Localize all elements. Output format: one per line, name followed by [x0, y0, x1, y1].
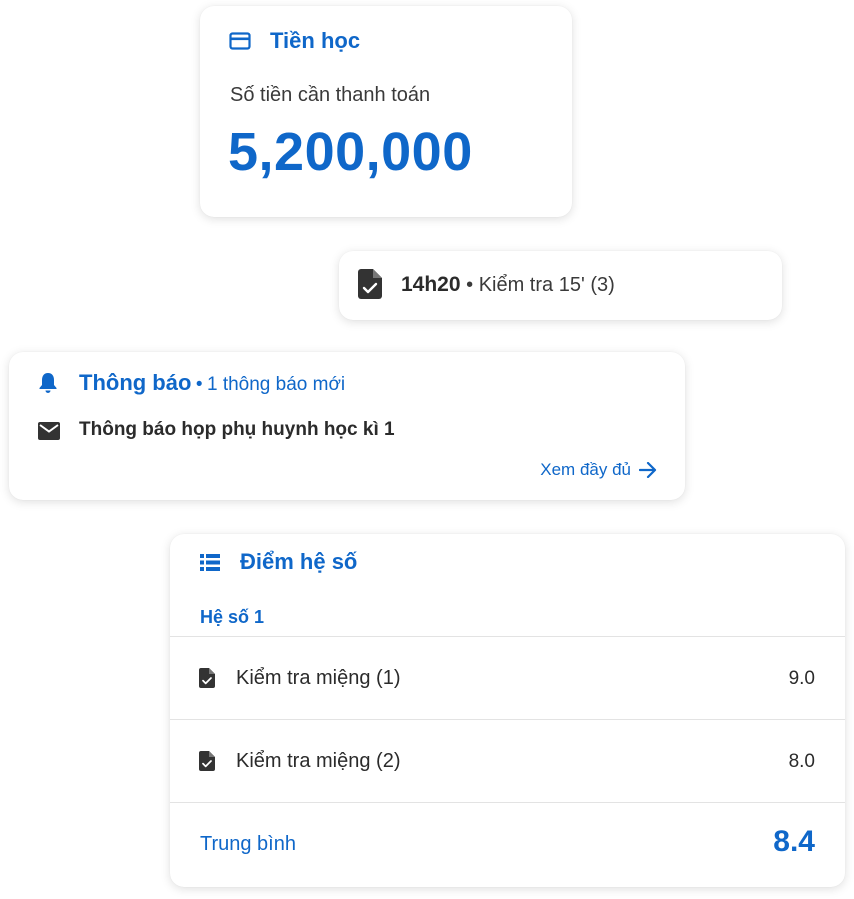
grade-row[interactable]: Kiểm tra miệng (2) 8.0 — [170, 719, 845, 802]
notice-separator: • — [195, 374, 203, 395]
notice-count: 1 thông báo mới — [206, 374, 346, 395]
grades-card[interactable]: Điểm hệ số Hệ số 1 Kiểm tra miệng (1) 9.… — [170, 534, 845, 887]
bell-icon — [38, 372, 58, 394]
list-icon — [200, 554, 220, 571]
grade-name: Kiểm tra miệng (1) — [236, 667, 401, 689]
schedule-text: 14h20 • Kiểm tra 15' (3) — [401, 273, 615, 297]
assignment-check-icon — [358, 269, 382, 299]
assignment-check-icon — [199, 668, 215, 688]
assignment-check-icon — [199, 751, 215, 771]
average-label: Trung bình — [200, 833, 296, 855]
schedule-event: Kiểm tra 15' (3) — [478, 274, 615, 296]
average-row: Trung bình 8.4 — [170, 802, 845, 887]
tuition-title: Tiền học — [270, 28, 361, 53]
view-all-label: Xem đầy đủ — [540, 460, 631, 479]
arrow-right-icon — [639, 462, 657, 478]
tuition-subtitle: Số tiền cần thanh toán — [230, 84, 431, 106]
grade-score: 8.0 — [788, 751, 815, 772]
grade-score: 9.0 — [788, 668, 815, 689]
schedule-card[interactable]: 14h20 • Kiểm tra 15' (3) — [339, 251, 782, 320]
view-all-link[interactable]: Xem đầy đủ — [540, 460, 657, 480]
notice-message[interactable]: Thông báo họp phụ huynh học kì 1 — [79, 419, 395, 441]
grades-title: Điểm hệ số — [240, 549, 358, 574]
average-value: 8.4 — [773, 825, 815, 858]
tuition-amount: 5,200,000 — [228, 122, 473, 182]
grade-row[interactable]: Kiểm tra miệng (1) 9.0 — [170, 636, 845, 719]
notice-header: Thông báo • 1 thông báo mới — [79, 370, 345, 396]
credit-card-icon — [229, 32, 251, 50]
mail-icon — [38, 422, 60, 440]
schedule-separator: • — [466, 274, 474, 296]
notice-title: Thông báo — [79, 370, 192, 395]
grades-group-label: Hệ số 1 — [200, 607, 265, 627]
schedule-time: 14h20 — [401, 273, 461, 296]
grade-name: Kiểm tra miệng (2) — [236, 750, 401, 772]
notice-card[interactable]: Thông báo • 1 thông báo mới Thông báo họ… — [9, 352, 685, 500]
tuition-card[interactable]: Tiền học Số tiền cần thanh toán 5,200,00… — [200, 6, 572, 217]
